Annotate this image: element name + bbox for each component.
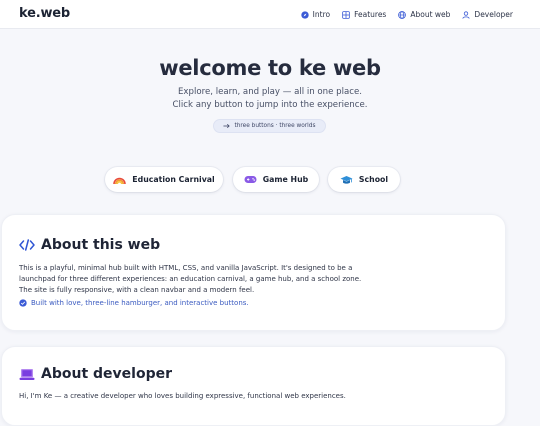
about-web-card: About this web This is a playful, minima… [1,214,506,331]
nav-about-web-label: About web [410,10,451,19]
about-web-text-line-3: The site is fully responsive, with a cle… [19,286,255,294]
about-developer-card: About developer Hi, I'm Ke — a creative … [1,346,506,426]
hero-title: welcome to ke web [159,56,381,80]
nav-developer[interactable]: Developer [462,10,513,19]
about-developer-title: About developer [41,366,172,382]
laptop-icon [19,368,35,380]
code-icon [19,239,35,251]
about-developer-text-line-1: Hi, I'm Ke — a creative developer who lo… [19,392,346,400]
graduation-cap-icon [340,175,353,184]
nav-intro-label: Intro [312,10,331,19]
game-hub-button[interactable]: Game Hub [233,167,319,192]
user-icon [462,10,471,19]
game-hub-label: Game Hub [262,175,309,184]
grid-icon [342,10,350,19]
about-web-text-line-2: launchpad for three different experience… [19,275,362,283]
hero-subtitle-line-2: Click any button to jump into the experi… [172,100,368,110]
school-label: School [358,175,389,184]
nav-features-label: Features [354,10,387,19]
check-circle-icon [19,299,27,307]
about-web-heading: About this web [19,237,160,253]
nav-about-web[interactable]: About web [398,10,450,19]
arrow-right-icon [223,123,231,129]
about-web-title: About this web [41,237,161,253]
rainbow-icon [113,177,127,184]
hero-pill-label: three buttons · three worlds [234,123,316,129]
nav-developer-label: Developer [474,10,513,19]
nav-intro[interactable]: Intro [300,10,331,19]
brand-logo[interactable]: ke.web [19,6,70,21]
education-carnival-label: Education Carnival [132,175,215,184]
compass-icon [300,10,309,19]
gamepad-icon [244,176,257,183]
education-carnival-button[interactable]: Education Carnival [105,167,223,192]
about-web-note-label: Built with love, three-line hamburger, a… [31,299,249,307]
nav-links: Intro Features About web Developer [300,0,513,29]
school-button[interactable]: School [328,167,400,192]
about-web-text-line-1: This is a playful, minimal hub built wit… [19,264,353,272]
hero-pill: three buttons · three worlds [213,119,326,133]
hero-subtitle-line-1: Explore, learn, and play — all in one pl… [177,87,362,97]
about-developer-heading: About developer [19,366,172,382]
globe-icon [398,10,407,19]
nav-features[interactable]: Features [342,10,386,19]
about-web-note: Built with love, three-line hamburger, a… [19,299,249,307]
navbar: ke.web Intro Features About web Develope… [0,0,540,29]
